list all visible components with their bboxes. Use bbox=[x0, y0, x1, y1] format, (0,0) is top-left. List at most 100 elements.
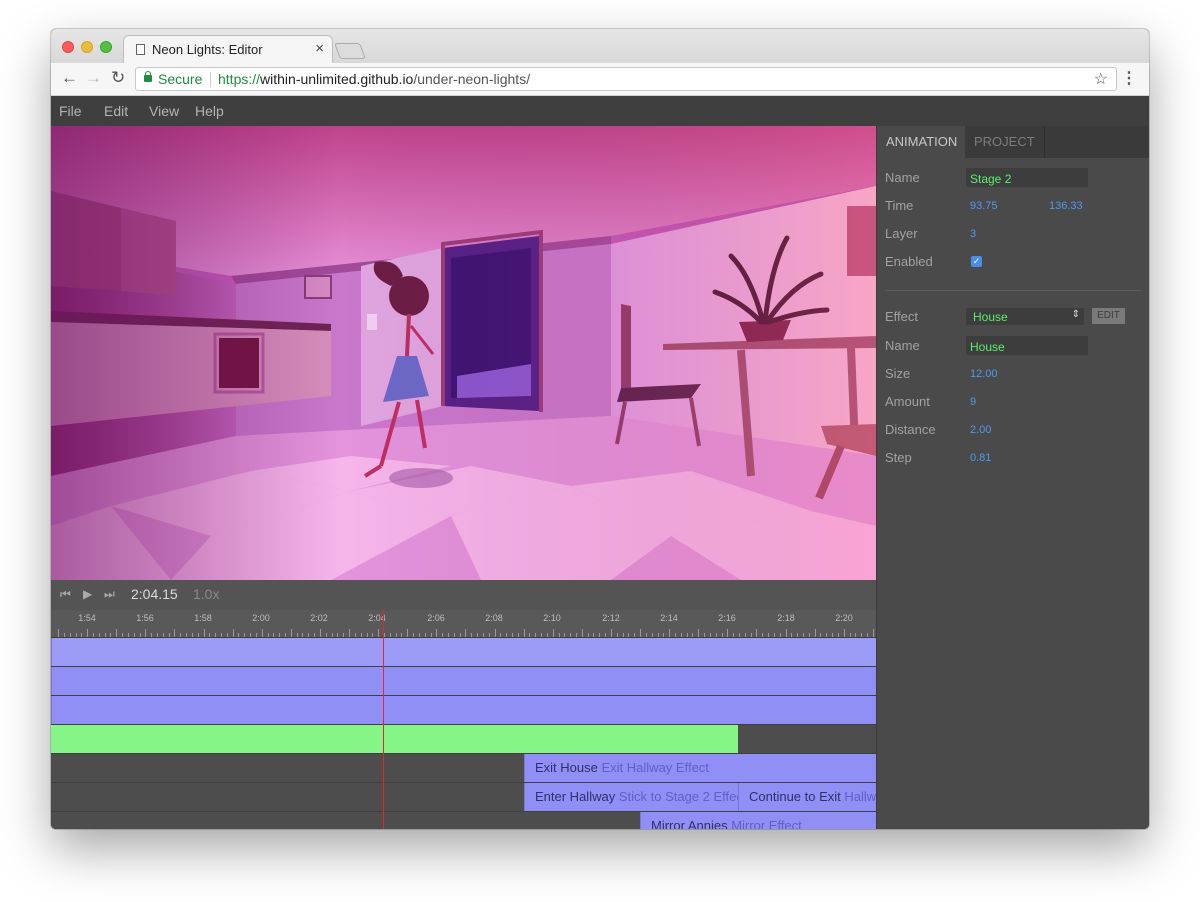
browser-tab[interactable]: Neon Lights: Editor × bbox=[123, 35, 333, 63]
amount-value[interactable]: 9 bbox=[970, 396, 976, 408]
menu-help[interactable]: Help bbox=[195, 103, 224, 119]
effect-name-input[interactable] bbox=[966, 336, 1088, 355]
clip-enter-hallway[interactable]: Enter Hallway Stick to Stage 2 Effect bbox=[524, 783, 738, 811]
ruler-tick bbox=[424, 633, 426, 637]
zoom-window-button[interactable] bbox=[100, 41, 112, 53]
track-row: Mirror Annies Mirror Effect bbox=[51, 812, 876, 829]
ruler-tick bbox=[226, 633, 228, 637]
track-row bbox=[51, 638, 876, 667]
ruler-tick bbox=[395, 633, 397, 637]
distance-value[interactable]: 2.00 bbox=[970, 424, 991, 436]
ruler-tick bbox=[302, 633, 304, 637]
ruler-tick bbox=[640, 629, 641, 637]
edit-effect-button[interactable]: EDIT bbox=[1092, 308, 1125, 324]
ruler-tick bbox=[756, 629, 758, 637]
current-timecode: 2:04.15 bbox=[131, 586, 178, 602]
ruler-tick bbox=[104, 633, 106, 637]
tab-animation[interactable]: ANIMATION bbox=[877, 126, 965, 158]
name-input[interactable] bbox=[966, 168, 1088, 187]
timeline-clip[interactable] bbox=[51, 696, 876, 724]
panel-divider bbox=[885, 290, 1141, 291]
timeline-ruler[interactable]: 1:54 1:56 1:58 2:00 2:02 2:04 2:06 2:08 … bbox=[51, 610, 876, 638]
ruler-tick bbox=[290, 629, 292, 637]
clip-exit-house[interactable]: Exit House Exit Hallway Effect bbox=[524, 754, 876, 782]
clip-name: Enter Hallway bbox=[535, 789, 616, 804]
ruler-tick bbox=[558, 633, 560, 637]
playhead[interactable] bbox=[383, 610, 384, 829]
new-tab-button[interactable] bbox=[334, 43, 366, 59]
effect-select[interactable]: House ⇕ bbox=[966, 308, 1084, 325]
ruler-tick bbox=[750, 633, 752, 637]
layer-value[interactable]: 3 bbox=[970, 228, 976, 240]
ruler-tick bbox=[407, 629, 409, 637]
timeline-tracks: Exit House Exit Hallway Effect Enter Hal… bbox=[51, 638, 876, 829]
ruler-label: 2:18 bbox=[777, 613, 795, 623]
time-end-value[interactable]: 136.33 bbox=[1049, 200, 1083, 212]
ruler-tick bbox=[506, 633, 508, 637]
ruler-tick bbox=[593, 633, 595, 637]
menu-view[interactable]: View bbox=[149, 103, 179, 119]
tab-close-icon[interactable]: × bbox=[315, 40, 324, 57]
playback-speed[interactable]: 1.0x bbox=[193, 586, 219, 602]
ruler-tick bbox=[331, 633, 333, 637]
ruler-tick bbox=[855, 633, 857, 637]
ruler-tick bbox=[465, 629, 467, 637]
ruler-tick bbox=[773, 633, 775, 637]
enabled-checkbox[interactable]: ✓ bbox=[971, 256, 982, 267]
clip-effect: Mirror Effect bbox=[731, 818, 802, 829]
ruler-tick bbox=[436, 629, 438, 637]
clip-effect: Stick to Stage 2 Effect bbox=[618, 789, 738, 804]
skip-to-start-icon[interactable]: ⏮ bbox=[60, 587, 71, 602]
step-value[interactable]: 0.81 bbox=[970, 452, 991, 464]
ruler-tick bbox=[552, 629, 554, 637]
bookmark-star-icon[interactable]: ☆ bbox=[1094, 69, 1108, 89]
play-icon[interactable]: ▶ bbox=[83, 587, 92, 601]
scene-viewport[interactable] bbox=[51, 126, 876, 580]
ruler-tick bbox=[279, 633, 281, 637]
time-start-value[interactable]: 93.75 bbox=[970, 200, 998, 212]
ruler-tick bbox=[523, 629, 525, 637]
ruler-tick bbox=[704, 633, 705, 637]
size-value[interactable]: 12.00 bbox=[970, 368, 998, 380]
timeline-clip[interactable] bbox=[51, 667, 876, 695]
clip-name: Exit House bbox=[535, 760, 598, 775]
ruler-tick bbox=[610, 629, 612, 637]
back-icon[interactable]: ← bbox=[61, 68, 78, 88]
ruler-tick bbox=[151, 633, 153, 637]
browser-menu-icon[interactable]: ⋮ bbox=[1121, 68, 1137, 88]
ruler-tick bbox=[861, 633, 863, 637]
clip-name: Mirror Annies bbox=[651, 818, 728, 829]
skip-to-end-icon[interactable]: ⏭ bbox=[104, 587, 115, 602]
ruler-tick bbox=[401, 633, 403, 637]
timeline-clip[interactable] bbox=[51, 638, 876, 666]
ruler-tick bbox=[383, 633, 385, 637]
ruler-tick bbox=[98, 633, 100, 637]
ruler-tick bbox=[372, 633, 374, 637]
ruler-tick bbox=[221, 633, 222, 637]
close-window-button[interactable] bbox=[62, 41, 74, 53]
timeline-clip-selected[interactable] bbox=[51, 725, 738, 753]
clip-mirror-annies[interactable]: Mirror Annies Mirror Effect bbox=[640, 812, 876, 829]
ruler-tick bbox=[122, 633, 123, 637]
reload-icon[interactable]: ↻ bbox=[111, 68, 125, 88]
browser-window: Neon Lights: Editor × ← → ↻ Secure https… bbox=[51, 29, 1149, 829]
ruler-tick bbox=[459, 633, 461, 637]
ruler-tick bbox=[255, 633, 257, 637]
address-bar[interactable]: Secure https://within-unlimited.github.i… bbox=[135, 67, 1117, 91]
ruler-tick bbox=[832, 633, 834, 637]
menu-file[interactable]: File bbox=[59, 103, 82, 119]
ruler-tick bbox=[180, 633, 182, 637]
ruler-tick bbox=[244, 633, 246, 637]
ruler-tick bbox=[319, 629, 321, 637]
ruler-tick bbox=[389, 633, 391, 637]
tab-project[interactable]: PROJECT bbox=[965, 126, 1045, 158]
forward-icon[interactable]: → bbox=[85, 68, 102, 88]
ruler-tick bbox=[576, 633, 577, 637]
ruler-tick bbox=[581, 629, 583, 637]
label-amount: Amount bbox=[885, 394, 930, 409]
clip-continue-to-exit[interactable]: Continue to Exit Hallway bbox=[738, 783, 876, 811]
ruler-label: 2:16 bbox=[718, 613, 736, 623]
menu-edit[interactable]: Edit bbox=[104, 103, 128, 119]
url-text[interactable]: https://within-unlimited.github.io/under… bbox=[218, 71, 530, 87]
minimize-window-button[interactable] bbox=[81, 41, 93, 53]
